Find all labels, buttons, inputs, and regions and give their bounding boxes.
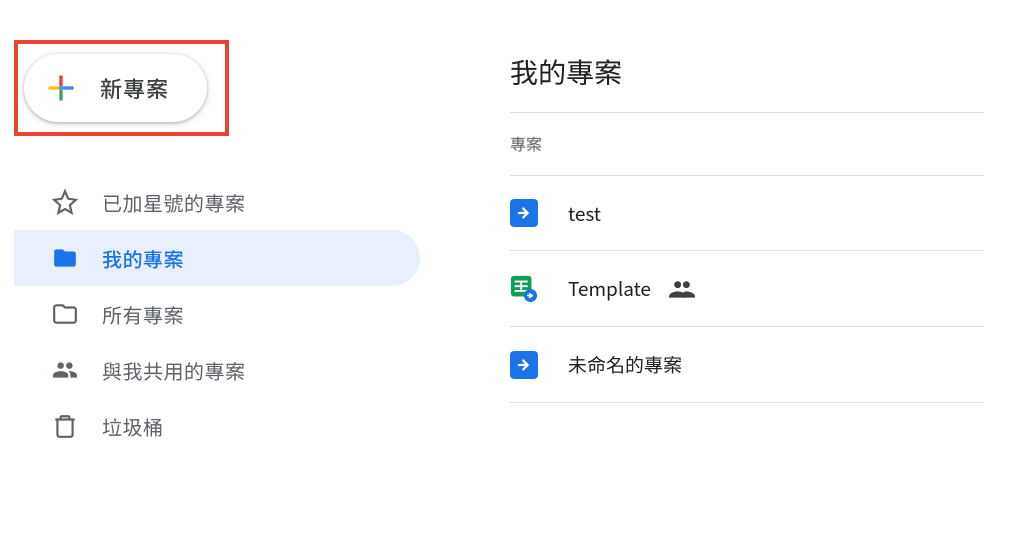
project-row[interactable]: test bbox=[510, 175, 984, 251]
sidebar-item-trash[interactable]: 垃圾桶 bbox=[14, 398, 430, 454]
plus-icon bbox=[46, 73, 76, 103]
apps-script-icon bbox=[510, 351, 538, 379]
new-project-button[interactable]: 新專案 bbox=[24, 54, 207, 122]
sidebar-item-label: 與我共用的專案 bbox=[102, 356, 246, 385]
project-name: 未命名的專案 bbox=[568, 351, 682, 378]
sidebar-item-label: 我的專案 bbox=[102, 244, 184, 273]
star-icon bbox=[52, 189, 78, 215]
main-content: 我的專案 專案 test Template bbox=[430, 0, 1024, 536]
project-name: Template bbox=[568, 275, 651, 302]
new-project-highlight: 新專案 bbox=[14, 40, 229, 136]
shared-icon bbox=[669, 279, 695, 299]
sidebar-item-shared[interactable]: 與我共用的專案 bbox=[14, 342, 430, 398]
new-project-label: 新專案 bbox=[100, 72, 169, 104]
sidebar-item-label: 所有專案 bbox=[102, 300, 184, 329]
project-row[interactable]: Template bbox=[510, 251, 984, 327]
people-outline-icon bbox=[52, 357, 78, 383]
sidebar-item-my-projects[interactable]: 我的專案 bbox=[14, 230, 420, 286]
page-title: 我的專案 bbox=[510, 52, 984, 92]
nav-list: 已加星號的專案 我的專案 所有專案 與我共用的專案 垃圾桶 bbox=[14, 174, 430, 454]
project-list: test Template bbox=[510, 175, 984, 403]
sidebar-item-starred[interactable]: 已加星號的專案 bbox=[14, 174, 430, 230]
apps-script-icon bbox=[510, 199, 538, 227]
project-name: test bbox=[568, 200, 601, 227]
section-header: 專案 bbox=[510, 113, 984, 175]
sidebar-item-all-projects[interactable]: 所有專案 bbox=[14, 286, 430, 342]
project-row[interactable]: 未命名的專案 bbox=[510, 327, 984, 403]
sidebar-item-label: 已加星號的專案 bbox=[102, 188, 246, 217]
sidebar: 新專案 已加星號的專案 我的專案 所有專案 與我共用的專案 bbox=[0, 0, 430, 536]
trash-icon bbox=[52, 413, 78, 439]
folder-outline-icon bbox=[52, 301, 78, 327]
sidebar-item-label: 垃圾桶 bbox=[102, 412, 164, 441]
sheets-script-icon bbox=[510, 275, 538, 303]
folder-icon bbox=[52, 245, 78, 271]
